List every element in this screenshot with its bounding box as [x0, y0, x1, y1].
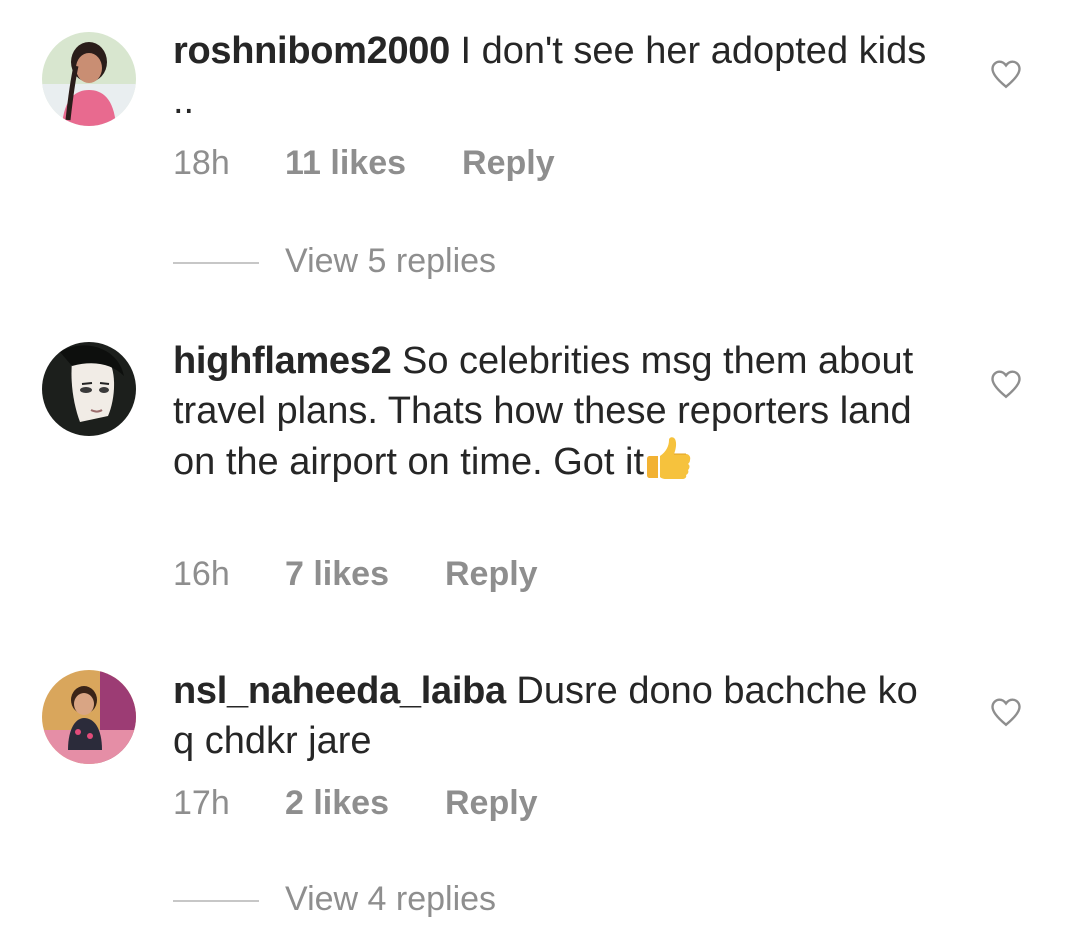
comment-username[interactable]: nsl_naheeda_laiba	[173, 670, 506, 712]
reply-button[interactable]: Reply	[445, 555, 538, 594]
comment-meta: 16h 7 likes Reply	[173, 555, 538, 594]
reply-button[interactable]: Reply	[445, 784, 538, 823]
comment-username[interactable]: highflames2	[173, 340, 392, 382]
heart-outline-icon[interactable]	[988, 56, 1024, 92]
thumbs-up-emoji	[644, 436, 692, 482]
comment-timestamp: 16h	[173, 555, 230, 593]
comment-likes[interactable]: 2 likes	[285, 784, 389, 823]
comment-timestamp: 18h	[173, 144, 230, 182]
comment-timestamp: 17h	[173, 784, 230, 822]
comment-text: nsl_naheeda_laiba Dusre dono bachche ko …	[173, 666, 943, 766]
view-replies-label: View 4 replies	[285, 880, 497, 918]
comment-text: roshnibom2000 I don't see her adopted ki…	[173, 26, 943, 126]
comment-meta: 17h 2 likes Reply	[173, 784, 538, 823]
avatar[interactable]	[42, 32, 136, 126]
replies-divider	[173, 900, 259, 903]
view-replies-label: View 5 replies	[285, 242, 497, 280]
replies-divider	[173, 262, 259, 265]
view-replies-button[interactable]: View 5 replies	[173, 242, 496, 281]
view-replies-button[interactable]: View 4 replies	[173, 880, 496, 919]
comment-likes[interactable]: 11 likes	[285, 144, 406, 183]
avatar[interactable]	[42, 342, 136, 436]
reply-button[interactable]: Reply	[462, 144, 555, 183]
avatar[interactable]	[42, 670, 136, 764]
comment-text: highflames2 So celebrities msg them abou…	[173, 336, 943, 487]
comment-meta: 18h 11 likes Reply	[173, 144, 555, 183]
comment-likes[interactable]: 7 likes	[285, 555, 389, 594]
heart-outline-icon[interactable]	[988, 694, 1024, 730]
comment-username[interactable]: roshnibom2000	[173, 30, 450, 72]
heart-outline-icon[interactable]	[988, 366, 1024, 402]
